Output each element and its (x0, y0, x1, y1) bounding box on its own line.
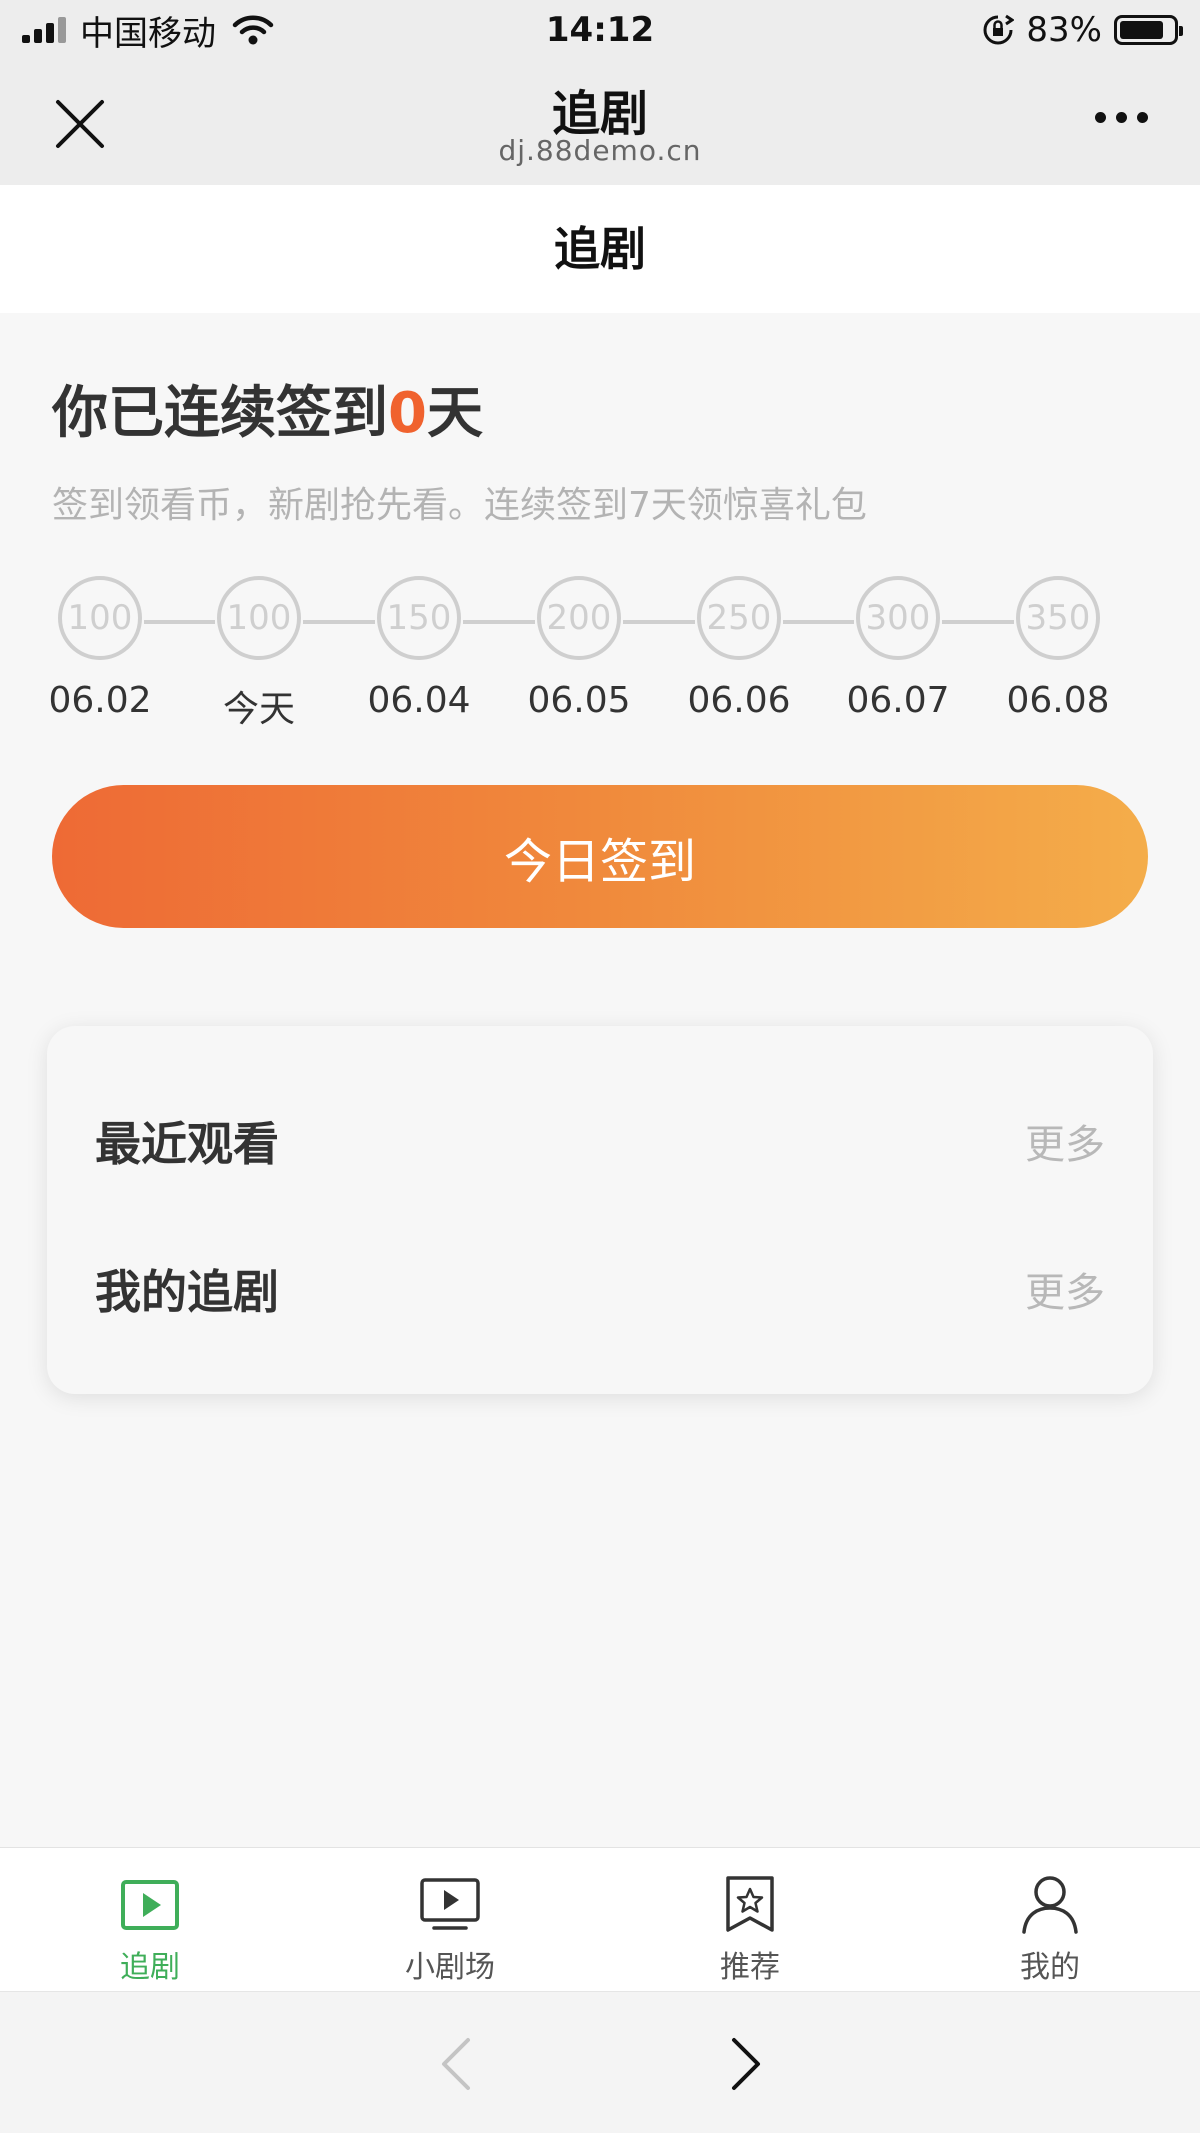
checkin-day: 100 今天 (189, 576, 329, 732)
day-coin-badge: 350 (1016, 576, 1100, 660)
bookmark-star-icon (726, 1876, 774, 1932)
checkin-description: 签到领看币，新剧抢先看。连续签到7天领惊喜礼包 (52, 485, 867, 526)
tab-label: 追剧 (120, 1950, 180, 1985)
day-label: 06.07 (846, 680, 950, 721)
more-menu-icon[interactable] (1095, 112, 1148, 123)
recent-watch-label: 最近观看 (95, 1117, 279, 1171)
checkin-day: 250 06.06 (669, 576, 809, 721)
checkin-day: 200 06.05 (509, 576, 649, 721)
recent-watch-more-link[interactable]: 更多 (1025, 1112, 1105, 1170)
battery-icon (1114, 15, 1183, 45)
page-title: 追剧 (0, 185, 1200, 313)
checkin-day: 300 06.07 (828, 576, 968, 721)
forward-arrow-icon[interactable] (722, 2036, 770, 2092)
play-square-icon (121, 1880, 179, 1930)
checkin-day: 100 06.02 (30, 576, 170, 721)
checkin-day: 150 06.04 (349, 576, 489, 721)
status-time: 14:12 (545, 10, 655, 50)
day-label: 06.08 (1006, 680, 1110, 721)
streak-count: 0 (388, 381, 427, 446)
tab-theater[interactable]: 小剧场 (300, 1848, 600, 1991)
my-following-row: 我的追剧 更多 (95, 1254, 1105, 1324)
day-coin-badge: 250 (697, 576, 781, 660)
window-domain: dj.88demo.cn (498, 134, 702, 167)
day-coin-badge: 150 (377, 576, 461, 660)
status-bar: 中国移动 14:12 83% (0, 0, 1200, 60)
recent-watch-row: 最近观看 更多 (95, 1106, 1105, 1176)
day-label: 06.02 (48, 680, 152, 721)
tab-label: 小剧场 (405, 1950, 495, 1985)
checkin-title-suffix: 天 (426, 381, 483, 446)
my-following-label: 我的追剧 (95, 1265, 279, 1319)
tab-following[interactable]: 追剧 (0, 1848, 300, 1991)
day-coin-badge: 300 (856, 576, 940, 660)
tab-recommend[interactable]: 推荐 (600, 1848, 900, 1991)
back-arrow-icon[interactable] (432, 2036, 480, 2092)
history-card: 最近观看 更多 我的追剧 更多 (47, 1026, 1153, 1394)
bottom-tab-bar: 追剧 小剧场 推荐 我的 (0, 1847, 1200, 1991)
checkin-button[interactable]: 今日签到 (52, 785, 1148, 928)
user-icon (1022, 1876, 1078, 1934)
checkin-days-row: 100 06.02 100 今天 150 06.04 200 06.05 250 06.06 300… (48, 576, 1132, 730)
day-coin-badge: 200 (537, 576, 621, 660)
tv-icon (420, 1878, 480, 1930)
day-coin-badge: 100 (217, 576, 301, 660)
day-label: 06.04 (367, 680, 471, 721)
tab-label: 推荐 (720, 1950, 780, 1985)
day-coin-badge: 100 (58, 576, 142, 660)
tab-label: 我的 (1020, 1950, 1080, 1985)
browser-title-bar: 追剧 dj.88demo.cn (0, 60, 1200, 185)
checkin-title-prefix: 你已连续签到 (52, 381, 388, 446)
battery-level (1120, 21, 1164, 39)
checkin-day: 350 06.08 (988, 576, 1128, 721)
day-label: 06.05 (527, 680, 631, 721)
checkin-title: 你已连续签到0天 (52, 368, 483, 449)
day-label: 06.06 (687, 680, 791, 721)
day-label: 今天 (222, 689, 295, 730)
browser-navigation (0, 1991, 1200, 2133)
tab-profile[interactable]: 我的 (900, 1848, 1200, 1991)
my-following-more-link[interactable]: 更多 (1025, 1260, 1105, 1318)
